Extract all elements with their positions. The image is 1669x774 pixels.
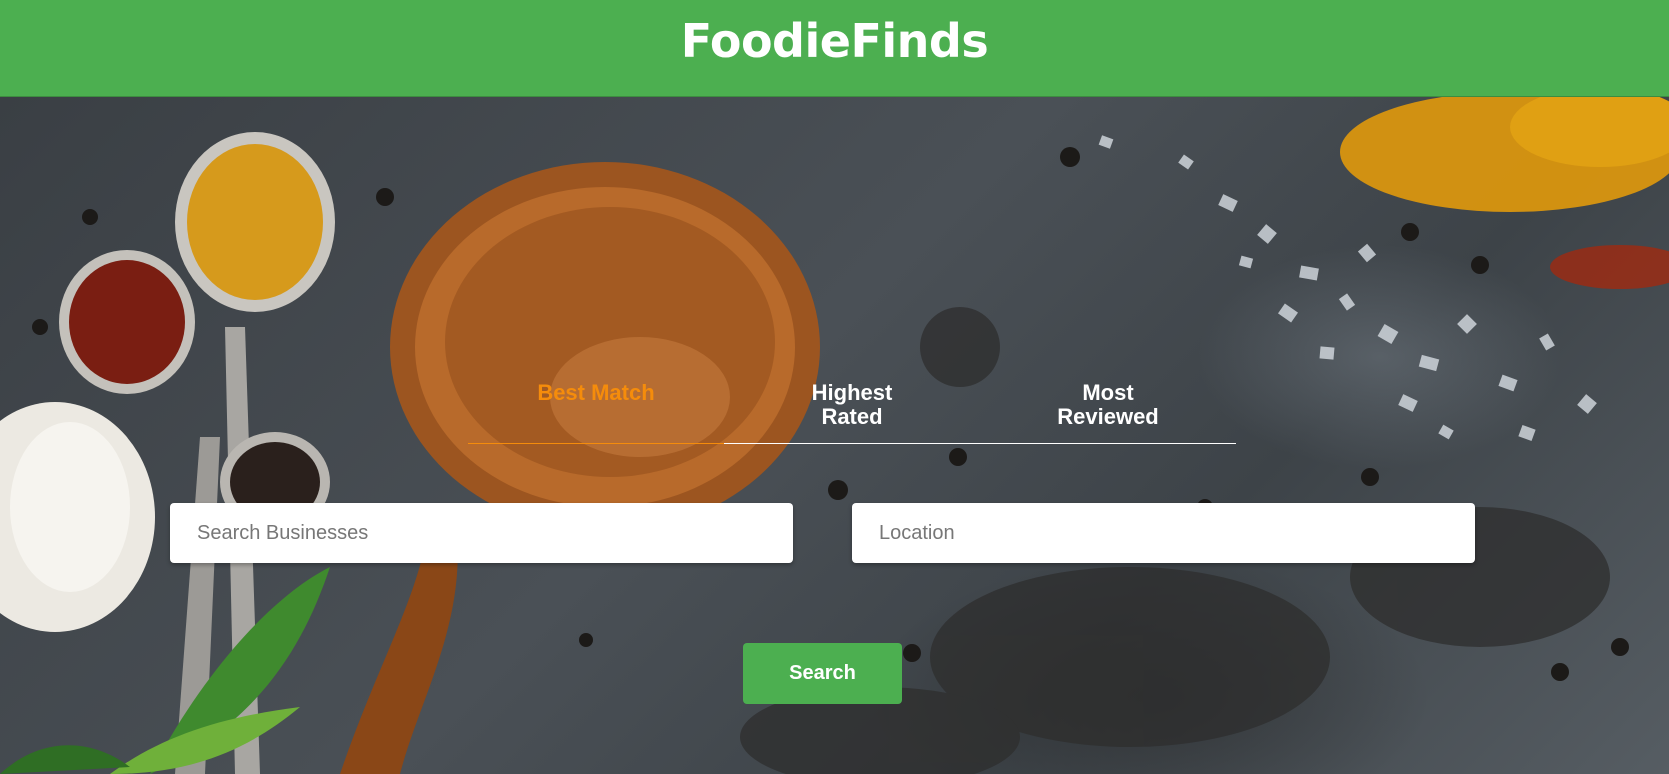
search-businesses-field bbox=[170, 503, 793, 563]
search-button[interactable]: Search bbox=[743, 643, 902, 704]
search-businesses-input[interactable] bbox=[170, 503, 793, 563]
tab-best-match[interactable]: Best Match bbox=[468, 285, 724, 444]
tab-most-reviewed[interactable]: Most Reviewed bbox=[980, 285, 1236, 444]
tab-best-match-label: Best Match bbox=[537, 380, 655, 405]
tab-most-reviewed-label: Most Reviewed bbox=[1057, 380, 1159, 429]
tab-highest-rated-label: Highest Rated bbox=[811, 380, 893, 429]
tab-highest-rated[interactable]: Highest Rated bbox=[724, 285, 980, 444]
app-title: FoodieFinds bbox=[680, 14, 989, 68]
sort-tabs: Best Match Highest Rated Most Reviewed bbox=[468, 285, 1236, 444]
hero-section: Best Match Highest Rated Most Reviewed S… bbox=[0, 97, 1669, 774]
location-input[interactable] bbox=[852, 503, 1475, 563]
site-header: FoodieFinds bbox=[0, 0, 1669, 97]
location-field bbox=[852, 503, 1475, 563]
